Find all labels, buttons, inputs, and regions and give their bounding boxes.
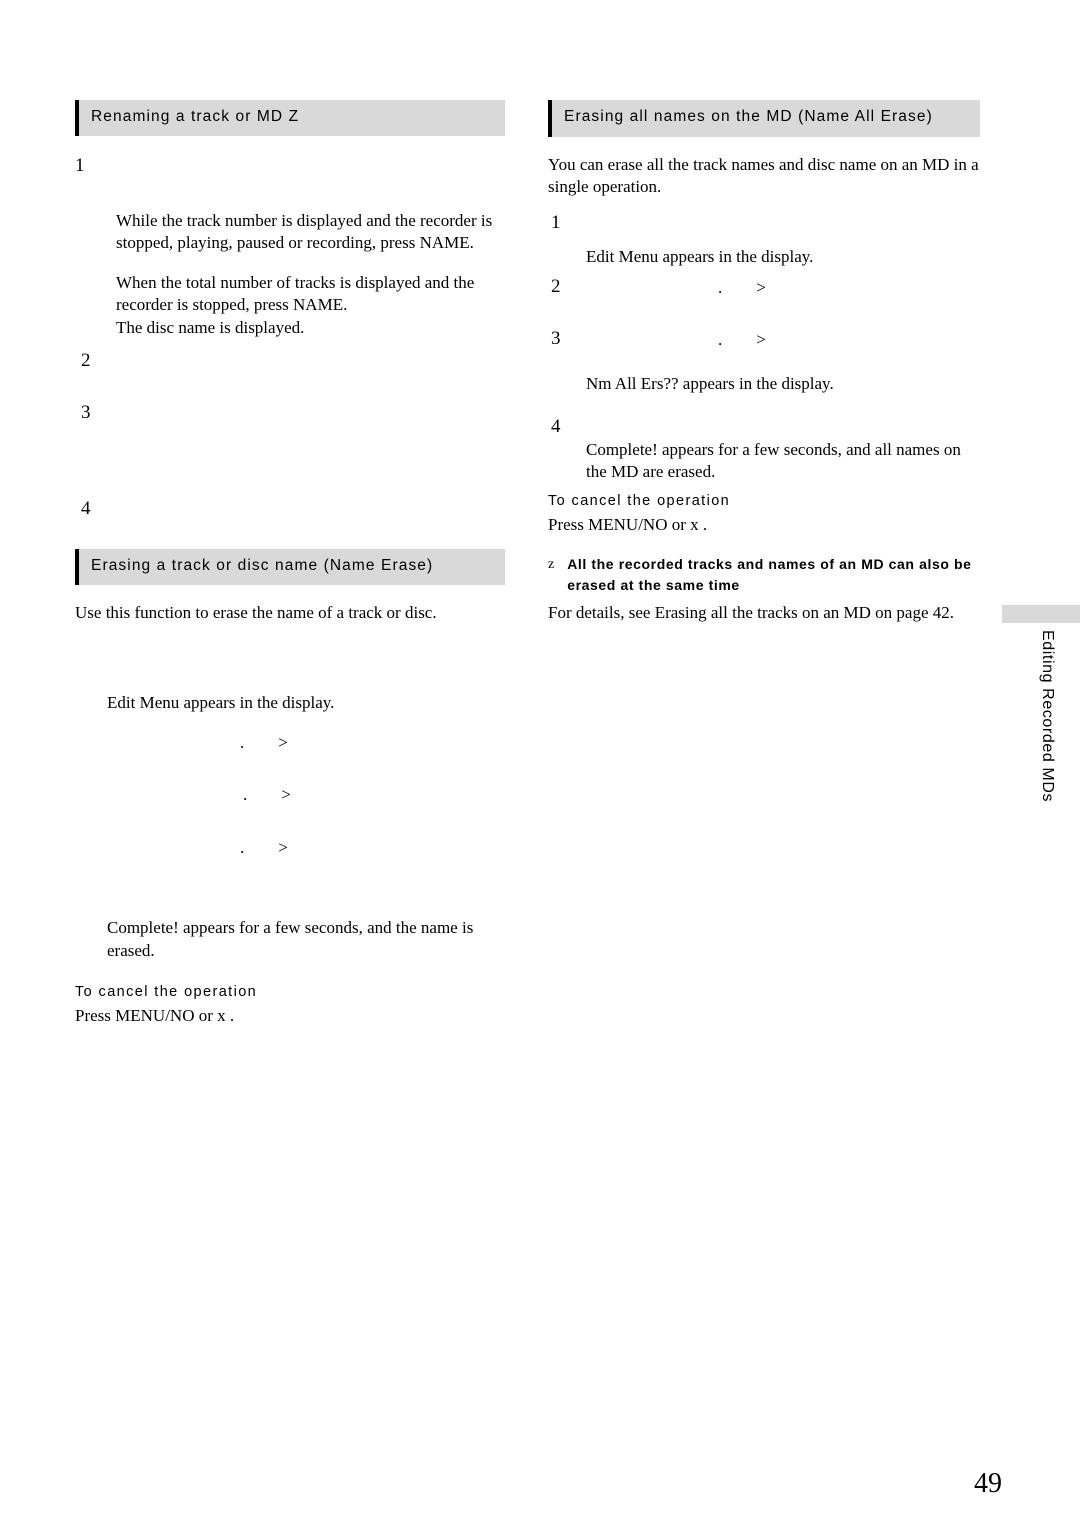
note-block: z All the recorded tracks and names of a… [548, 554, 980, 624]
side-tab-label: Editing Recorded MDs [1039, 630, 1056, 803]
step-all-erase-2: 2 . > [548, 275, 980, 329]
step-number: 2 [81, 350, 91, 372]
step-all-erase-3: 3 . > Nm All Ers?? appears in the displa… [548, 327, 980, 417]
step-number: 4 [81, 498, 91, 520]
cancel-text-left: Press MENU/NO or x . [75, 1006, 235, 1026]
step-renaming-3: 3 [75, 402, 505, 499]
step-paragraph: While the track number is displayed and … [116, 210, 493, 253]
note-body: For details, see Erasing all the tracks … [548, 603, 955, 623]
step-number: 1 [551, 211, 561, 233]
step-all-erase-4: 4 Complete! appears for a few seconds, a… [548, 415, 980, 485]
right-column: Erasing all names on the MD (Name All Er… [548, 100, 980, 625]
step-renaming-4: 4 [75, 498, 505, 541]
subhead-cancel-operation-right: To cancel the operation [548, 492, 731, 509]
side-tab-bar [1002, 605, 1080, 623]
intro-paragraph-name-erase: Use this function to erase the name of a… [75, 603, 437, 623]
step-marker: . > [240, 732, 288, 752]
subhead-cancel-operation-left: To cancel the operation [75, 984, 258, 1001]
step-text-edit-menu: Edit Menu appears in the display. [107, 693, 335, 713]
left-column: Renaming a track or MD Z 1 While the tra… [75, 100, 505, 1028]
cancel-text-right: Press MENU/NO or x . [548, 514, 708, 534]
section-heading-name-all-erase: Erasing all names on the MD (Name All Er… [548, 100, 980, 137]
intro-paragraph-name-all-erase: You can erase all the track names and di… [548, 154, 979, 197]
document-page: Renaming a track or MD Z 1 While the tra… [0, 0, 1080, 1528]
note-bold-line-2: erased at the same time [567, 577, 740, 594]
step-marker: . > [240, 837, 288, 857]
step-paragraph: When the total number of tracks is displ… [116, 272, 475, 337]
section-heading-renaming: Renaming a track or MD Z [75, 100, 505, 136]
step-marker: . > [718, 277, 766, 297]
step-number: 2 [551, 275, 561, 297]
step-number: 3 [551, 327, 561, 349]
note-bullet-icon: z [548, 557, 555, 573]
step-text-confirm: Nm All Ers?? appears in the display. [586, 374, 834, 394]
step-text-edit-menu: Edit Menu appears in the display. [586, 246, 814, 266]
step-number: 1 [75, 154, 85, 176]
section-heading-name-erase: Erasing a track or disc name (Name Erase… [75, 549, 505, 586]
step-marker: . > [718, 329, 766, 349]
step-number: 3 [81, 402, 91, 424]
note-bold-line-1: All the recorded tracks and names of an … [567, 556, 972, 573]
page-number: 49 [974, 1468, 1002, 1499]
step-number: 4 [551, 415, 561, 437]
step-all-erase-1: 1 Edit Menu appears in the display. [548, 211, 980, 277]
step-renaming-1: 1 While the track number is displayed an… [75, 154, 505, 339]
result-paragraph-name-erase: Complete! appears for a few seconds, and… [107, 918, 474, 960]
step-renaming-2: 2 [75, 350, 505, 403]
step-marker: . > [243, 785, 291, 805]
result-paragraph-all-erase: Complete! appears for a few seconds, and… [586, 439, 961, 482]
